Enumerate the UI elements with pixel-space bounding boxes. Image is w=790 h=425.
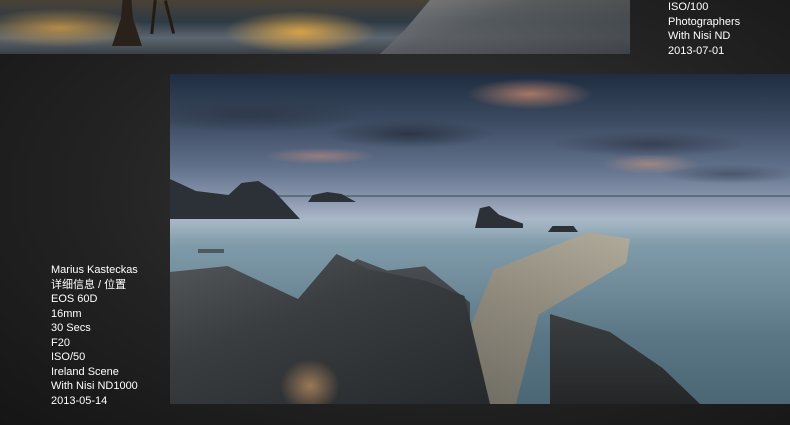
caption-aperture: F20 <box>51 336 70 349</box>
sea-rock <box>475 206 523 228</box>
tripod-leg <box>163 0 176 34</box>
caption-focal-length: 16mm <box>51 307 82 320</box>
caption-line: 详细信息 / 位置 <box>51 278 127 291</box>
photographer-silhouette <box>112 0 142 46</box>
caption-line: With Nisi ND <box>668 30 731 42</box>
caption-line: ISO/100 <box>668 1 709 13</box>
water-reflection <box>280 359 340 404</box>
caption-date: 2013-05-14 <box>51 394 108 407</box>
caption-exposure: 30 Secs <box>51 322 91 334</box>
sea-rock <box>548 226 578 232</box>
caption-line: Photographers <box>668 15 741 28</box>
sea-rock <box>198 249 224 253</box>
caption-filter: With Nisi ND1000 <box>51 380 138 392</box>
tripod-leg <box>150 0 157 35</box>
top-photo-caption: ISO/100 Photographers With Nisi ND 2013-… <box>668 0 740 58</box>
rock-ridge <box>380 0 630 54</box>
top-photo <box>0 0 630 54</box>
caption-scene: Ireland Scene <box>51 365 119 378</box>
main-photo <box>170 74 790 404</box>
caption-photographer: Marius Kasteckas <box>51 264 138 276</box>
main-photo-caption: Marius Kasteckas 详细信息 / 位置 EOS 60D 16mm … <box>51 263 138 408</box>
sky-clouds <box>170 74 790 194</box>
caption-line: 2013-07-01 <box>668 44 725 57</box>
rocks-right <box>550 314 700 404</box>
caption-iso: ISO/50 <box>51 351 86 363</box>
caption-camera: EOS 60D <box>51 293 98 305</box>
